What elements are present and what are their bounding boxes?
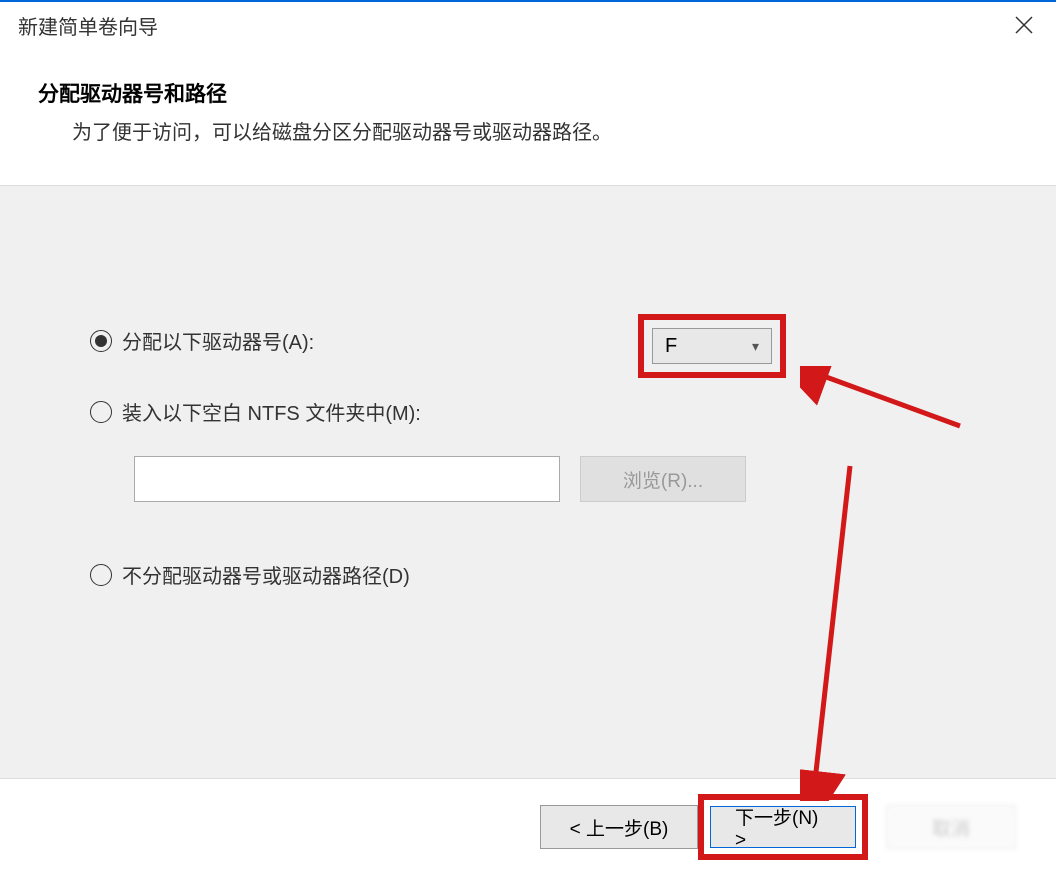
- folder-path-input: [134, 456, 560, 502]
- wizard-footer: < 上一步(B) 下一步(N) > 取消: [0, 779, 1056, 875]
- titlebar: 新建简单卷向导: [0, 0, 1056, 48]
- radio-mount-folder-label: 装入以下空白 NTFS 文件夹中(M):: [122, 397, 421, 426]
- page-subtitle: 为了便于访问，可以给磁盘分区分配驱动器号或驱动器路径。: [38, 116, 1018, 145]
- annotation-highlight-dropdown: F ▾: [638, 314, 786, 378]
- drive-letter-select[interactable]: F ▾: [652, 328, 772, 364]
- radio-mount-folder[interactable]: [90, 401, 112, 423]
- wizard-content: 分配以下驱动器号(A): F ▾ 装入以下空白 NTFS 文件夹中(M): 浏览…: [0, 185, 1056, 779]
- option-mount-folder[interactable]: 装入以下空白 NTFS 文件夹中(M):: [90, 397, 966, 426]
- radio-assign-letter[interactable]: [90, 330, 112, 352]
- cancel-button[interactable]: 取消: [886, 805, 1016, 849]
- next-button[interactable]: 下一步(N) >: [710, 806, 856, 848]
- folder-input-row: 浏览(R)...: [134, 456, 966, 502]
- chevron-down-icon: ▾: [752, 338, 759, 355]
- close-icon: [1015, 16, 1033, 34]
- radio-assign-letter-label: 分配以下驱动器号(A):: [122, 326, 314, 355]
- drive-letter-value: F: [665, 335, 677, 358]
- window-title: 新建简单卷向导: [12, 11, 158, 40]
- option-no-assign[interactable]: 不分配驱动器号或驱动器路径(D): [90, 560, 966, 589]
- close-button[interactable]: [1004, 5, 1044, 45]
- annotation-highlight-next: 下一步(N) >: [698, 794, 868, 860]
- page-title: 分配驱动器号和路径: [38, 78, 1018, 108]
- radio-no-assign[interactable]: [90, 564, 112, 586]
- wizard-header: 分配驱动器号和路径 为了便于访问，可以给磁盘分区分配驱动器号或驱动器路径。: [0, 48, 1056, 185]
- annotation-arrow-2: [800, 461, 900, 801]
- browse-button: 浏览(R)...: [580, 456, 746, 502]
- radio-no-assign-label: 不分配驱动器号或驱动器路径(D): [122, 560, 410, 589]
- option-assign-letter[interactable]: 分配以下驱动器号(A):: [90, 326, 966, 355]
- back-button[interactable]: < 上一步(B): [540, 805, 698, 849]
